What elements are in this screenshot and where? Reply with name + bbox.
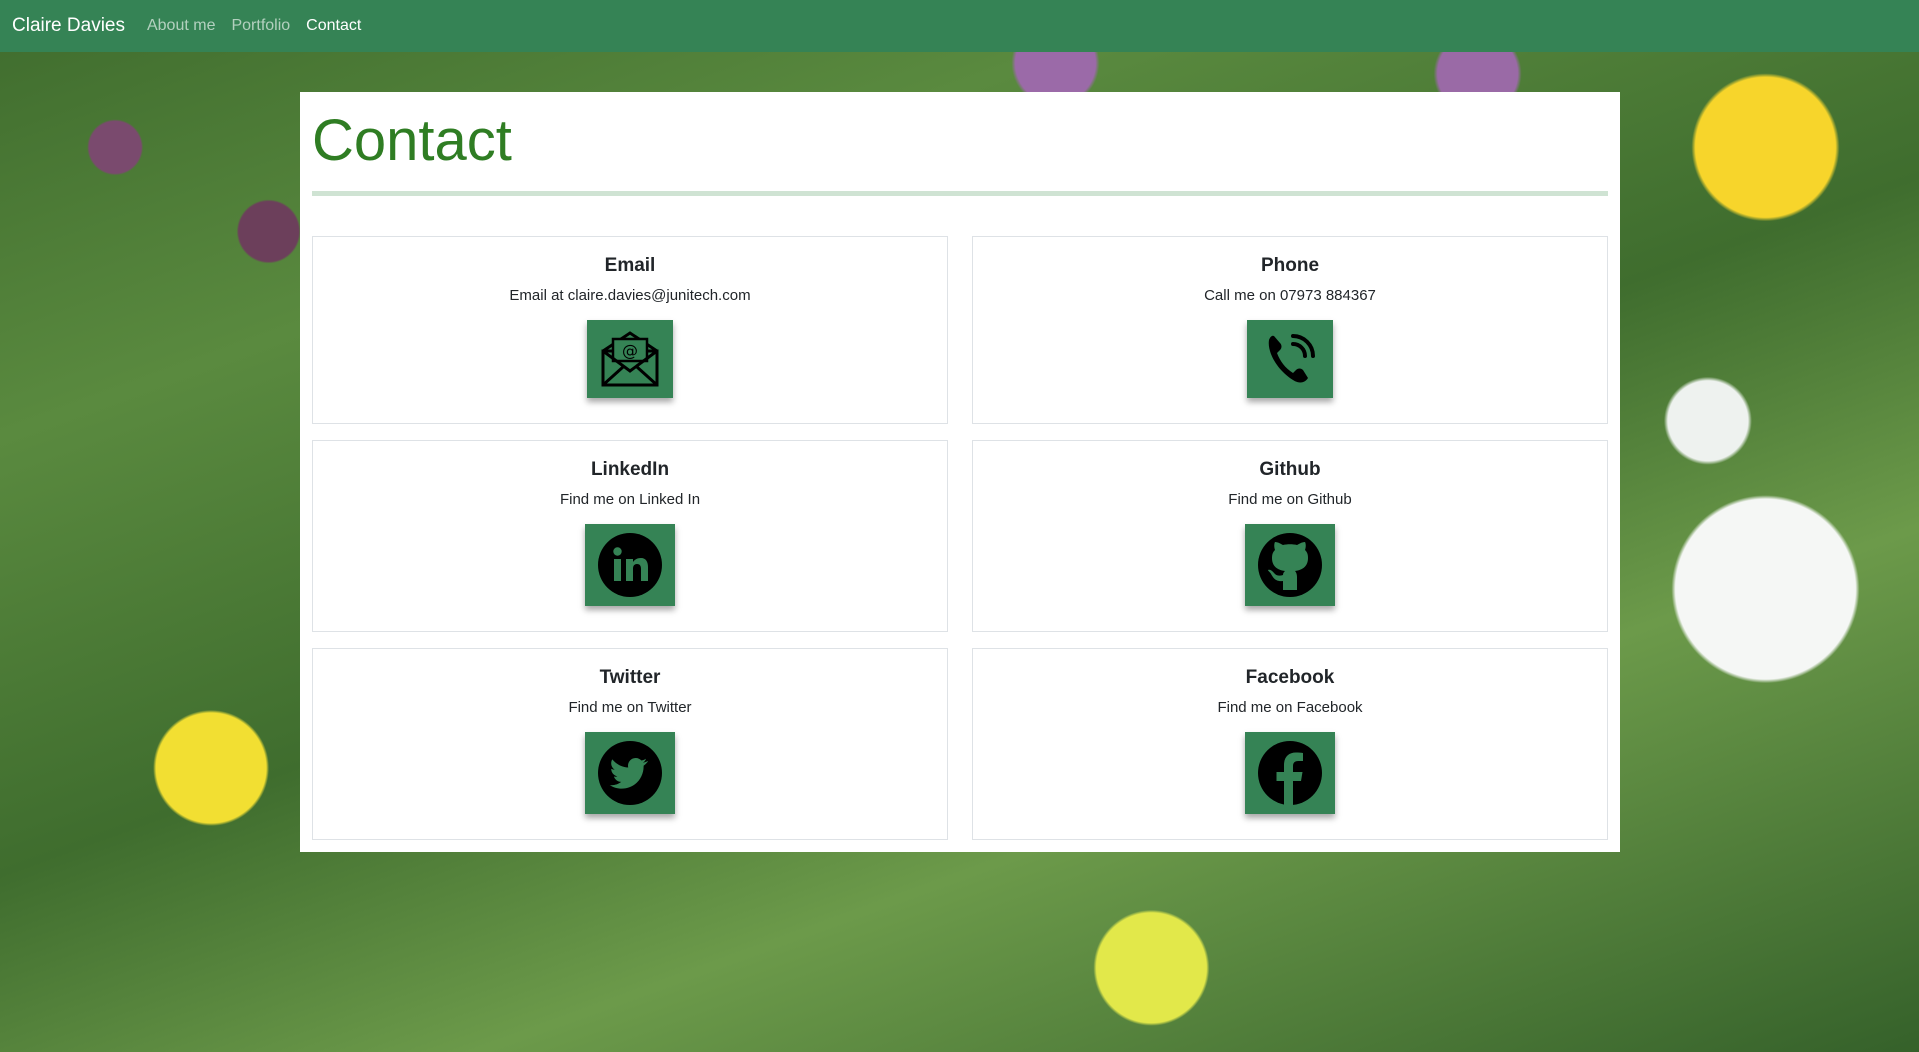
nav-link-portfolio[interactable]: Portfolio xyxy=(231,17,290,35)
github-icon xyxy=(1258,533,1322,597)
github-button[interactable] xyxy=(1245,524,1335,606)
card-text: Find me on Linked In xyxy=(559,491,701,508)
twitter-icon xyxy=(598,741,662,805)
contact-card-email: Email Email at claire.davies@junitech.co… xyxy=(312,236,948,424)
phone-icon xyxy=(1268,334,1315,383)
title-divider xyxy=(312,191,1608,196)
card-text: Call me on 07973 884367 xyxy=(1204,287,1376,304)
card-title: LinkedIn xyxy=(590,459,670,480)
facebook-icon xyxy=(1258,741,1322,805)
contact-card-phone: Phone Call me on 07973 884367 xyxy=(972,236,1608,424)
card-text: Find me on Github xyxy=(1228,491,1352,508)
contact-card-twitter: Twitter Find me on Twitter xyxy=(312,648,948,840)
contact-card-github: Github Find me on Github xyxy=(972,440,1608,632)
card-text: Find me on Facebook xyxy=(1217,699,1363,716)
phone-button[interactable] xyxy=(1247,320,1333,398)
card-title: Email xyxy=(604,255,656,276)
contact-card-linkedin: LinkedIn Find me on Linked In xyxy=(312,440,948,632)
svg-text:@: @ xyxy=(622,341,638,360)
content-panel: Contact Email Email at claire.davies@jun… xyxy=(300,92,1620,852)
facebook-button[interactable] xyxy=(1245,732,1335,814)
contact-grid: Email Email at claire.davies@junitech.co… xyxy=(312,236,1608,840)
card-title: Facebook xyxy=(1245,667,1335,688)
contact-card-facebook: Facebook Find me on Facebook xyxy=(972,648,1608,840)
envelope-icon: @ xyxy=(601,331,659,387)
nav-link-about-me[interactable]: About me xyxy=(147,17,215,35)
card-text: Find me on Twitter xyxy=(568,699,692,716)
brand-link[interactable]: Claire Davies xyxy=(12,15,125,37)
nav-link-contact[interactable]: Contact xyxy=(306,17,361,35)
linkedin-icon xyxy=(598,533,662,597)
twitter-button[interactable] xyxy=(585,732,675,814)
card-title: Phone xyxy=(1260,255,1320,276)
page-title: Contact xyxy=(312,108,512,173)
card-title: Github xyxy=(1259,459,1321,480)
navbar: Claire Davies About me Portfolio Contact xyxy=(0,0,1919,52)
linkedin-button[interactable] xyxy=(585,524,675,606)
email-button[interactable]: @ xyxy=(587,320,673,398)
card-title: Twitter xyxy=(599,667,661,688)
card-text: Email at claire.davies@junitech.com xyxy=(509,287,751,304)
